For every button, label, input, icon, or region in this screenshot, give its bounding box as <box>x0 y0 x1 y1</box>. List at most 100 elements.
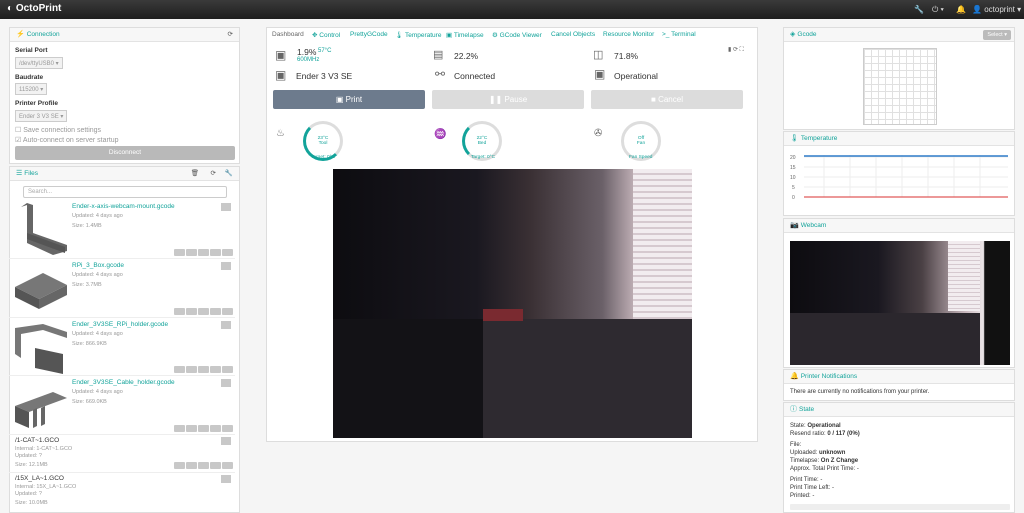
chevron-down-icon[interactable] <box>221 379 231 387</box>
file-name[interactable]: Ender-x-axis-webcam-mount.gcode <box>72 203 175 210</box>
delete-icon[interactable] <box>186 249 197 256</box>
file-thumbnail <box>13 382 67 430</box>
signal-icon: ⚡ <box>16 31 25 38</box>
gcode-select[interactable]: Select ▾ <box>983 30 1011 40</box>
state-value: Operational <box>807 423 841 429</box>
state-panel: ⓘ State State: Operational Resend ratio: … <box>783 402 1015 513</box>
file-actions <box>174 425 233 432</box>
serial-port-select[interactable]: /dev/ttyUSB0 ▾ <box>15 57 63 69</box>
webcam-stream[interactable] <box>333 169 692 438</box>
file-thumbnail <box>13 203 67 255</box>
temperature-header: 🌡 Temperature <box>784 132 1014 146</box>
download-icon[interactable] <box>174 366 185 373</box>
slice-icon[interactable] <box>198 425 209 432</box>
tool-target: Target: 0°C <box>311 155 336 160</box>
baudrate-select[interactable]: 115200 ▾ <box>15 83 48 95</box>
memory-usage: 22.2% <box>454 51 479 61</box>
serial-port-label: Serial Port <box>15 47 48 54</box>
y-tick: 15 <box>790 165 796 171</box>
list-item[interactable]: Ender_3V3SE_Cable_holder.gcode Updated: … <box>9 376 235 435</box>
slice-icon[interactable] <box>198 308 209 315</box>
wrench-icon[interactable]: 🔧 <box>914 5 924 14</box>
file-name[interactable]: Ender_3V3SE_RPi_holder.gcode <box>72 321 168 328</box>
tab-temperature[interactable]: 🌡 Temperature <box>395 31 441 39</box>
connection-panel: ⚡ Connection ⟳ Serial Port /dev/ttyUSB0 ▾ … <box>9 27 240 164</box>
printer-profile-select[interactable]: Ender 3 V3 SE ▾ <box>15 110 68 122</box>
download-icon[interactable] <box>174 425 185 432</box>
auto-connect-checkbox[interactable]: ☑ Auto-connect on server startup <box>15 136 119 144</box>
print-icon[interactable] <box>222 249 233 256</box>
delete-icon[interactable] <box>186 425 197 432</box>
tab-prettygcode[interactable]: PrettyGCode <box>350 31 388 38</box>
download-icon[interactable] <box>174 308 185 315</box>
tab-dashboard[interactable]: Dashboard <box>272 31 304 38</box>
folder-icon[interactable] <box>210 425 221 432</box>
list-item[interactable]: Ender-x-axis-webcam-mount.gcode Updated:… <box>9 200 235 259</box>
chevron-down-icon[interactable] <box>221 437 231 445</box>
file-name[interactable]: /15X_LA~1.GCO <box>15 475 64 482</box>
list-item[interactable]: /1-CAT~1.GCO Internal: 1-CAT~1.GCO Updat… <box>9 435 235 473</box>
tab-timelapse[interactable]: ▣ Timelapse <box>446 31 484 39</box>
chevron-down-icon[interactable] <box>221 262 231 270</box>
pin-icon[interactable]: ▮ ⟳ ⛶ <box>728 46 744 54</box>
connection-header[interactable]: ⚡ Connection ⟳ <box>10 28 239 42</box>
bell-icon[interactable]: 🔔 <box>956 5 966 14</box>
refresh-icon[interactable]: ⟳ <box>228 28 233 42</box>
trash-icon[interactable]: 🗑 <box>191 167 199 181</box>
print-icon[interactable] <box>222 366 233 373</box>
chevron-down-icon[interactable] <box>221 475 231 483</box>
user-menu[interactable]: 👤 octoprint ▾ <box>972 5 1021 14</box>
list-item[interactable]: RPi_3_Box.gcode Updated: 4 days ago Size… <box>9 259 235 318</box>
slice-icon[interactable] <box>198 366 209 373</box>
tab-resource-monitor[interactable]: Resource Monitor <box>603 31 654 38</box>
file-size: Size: 10.0MB <box>15 500 48 506</box>
folder-icon[interactable] <box>210 366 221 373</box>
print-icon[interactable] <box>222 462 233 469</box>
slice-icon[interactable] <box>198 249 209 256</box>
fan-icon: ✇ <box>594 128 603 139</box>
file-actions <box>174 366 233 373</box>
cpu-freq: 600MHz <box>297 57 320 63</box>
delete-icon[interactable] <box>186 308 197 315</box>
download-icon[interactable] <box>174 249 185 256</box>
webcam-preview[interactable] <box>790 241 1010 365</box>
wrench-icon[interactable]: 🔧 <box>225 167 233 181</box>
tab-cancel-objects[interactable]: Cancel Objects <box>551 31 595 38</box>
resend-value: 0 / 117 (0%) <box>827 431 860 437</box>
cancel-button[interactable]: ■ Cancel <box>591 90 743 109</box>
file-name[interactable]: /1-CAT~1.GCO <box>15 437 59 444</box>
download-icon[interactable] <box>174 462 185 469</box>
folder-icon[interactable] <box>210 308 221 315</box>
folder-icon[interactable] <box>210 249 221 256</box>
file-search-input[interactable]: Search... <box>23 186 227 198</box>
tab-terminal[interactable]: >_ Terminal <box>662 31 696 38</box>
gcode-panel: ◈ Gcode Select ▾ <box>783 27 1015 130</box>
chevron-down-icon[interactable] <box>221 203 231 211</box>
disconnect-button[interactable]: Disconnect <box>15 146 235 160</box>
print-icon[interactable] <box>222 308 233 315</box>
refresh-icon[interactable]: ⟳ <box>211 167 216 181</box>
list-item[interactable]: /15X_LA~1.GCO Internal: 15X_LA~1.GCO Upd… <box>9 473 235 511</box>
pause-button[interactable]: ❚❚ Pause <box>432 90 584 109</box>
baudrate-label: Baudrate <box>15 74 44 81</box>
gcode-grid[interactable] <box>863 48 937 125</box>
chevron-down-icon[interactable] <box>221 321 231 329</box>
print-button[interactable]: ▣ Print <box>273 90 425 109</box>
file-name[interactable]: RPi_3_Box.gcode <box>72 262 124 269</box>
octoprint-logo[interactable]: ◐ OctoPrint <box>7 3 61 14</box>
file-name[interactable]: Ender_3V3SE_Cable_holder.gcode <box>72 379 175 386</box>
tab-gcode-viewer[interactable]: ⚙ GCode Viewer <box>492 31 542 39</box>
delete-icon[interactable] <box>186 366 197 373</box>
slice-icon[interactable] <box>198 462 209 469</box>
tab-control[interactable]: ✥ Control <box>312 31 340 39</box>
file-size: Size: 3.7MB <box>72 282 102 288</box>
delete-icon[interactable] <box>186 462 197 469</box>
power-icon[interactable]: ⏻ ▾ <box>932 5 944 15</box>
save-settings-checkbox[interactable]: ☐ Save connection settings <box>15 126 101 134</box>
folder-icon[interactable] <box>210 462 221 469</box>
temperature-graph: 20 15 10 5 0 <box>790 155 1008 201</box>
print-icon[interactable] <box>222 425 233 432</box>
y-tick: 20 <box>790 155 796 161</box>
list-item[interactable]: Ender_3V3SE_RPi_holder.gcode Updated: 4 … <box>9 318 235 376</box>
files-header: ☰ Files 🗑 ⟳ 🔧 <box>10 167 239 181</box>
